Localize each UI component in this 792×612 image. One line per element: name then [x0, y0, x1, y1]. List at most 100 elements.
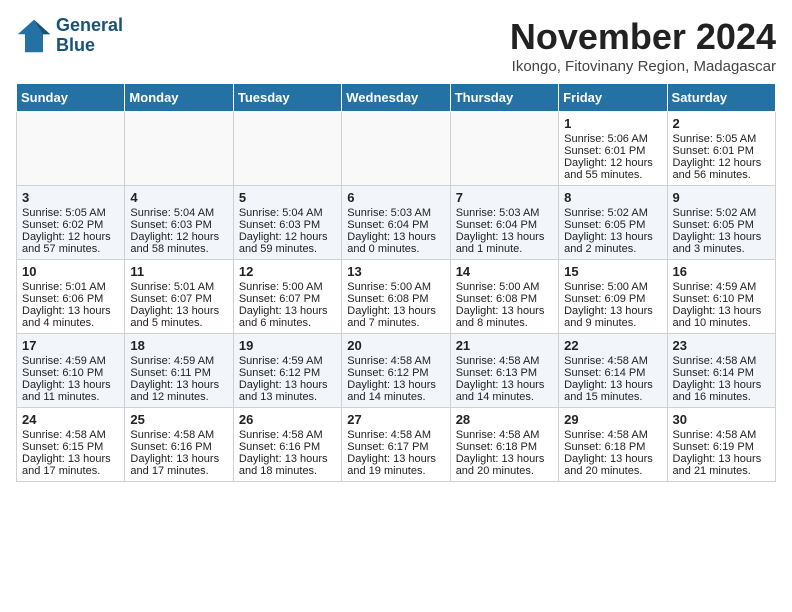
weekday-header-row: SundayMondayTuesdayWednesdayThursdayFrid…	[17, 84, 776, 112]
calendar-cell: 20Sunrise: 4:58 AMSunset: 6:12 PMDayligh…	[342, 334, 450, 408]
day-number: 20	[347, 338, 444, 353]
sunset-text: Sunset: 6:03 PM	[239, 219, 336, 231]
day-number: 15	[564, 264, 661, 279]
calendar-cell: 26Sunrise: 4:58 AMSunset: 6:16 PMDayligh…	[233, 408, 341, 482]
daylight-text: Daylight: 13 hours and 9 minutes.	[564, 305, 661, 329]
daylight-text: Daylight: 13 hours and 19 minutes.	[347, 453, 444, 477]
sunset-text: Sunset: 6:09 PM	[564, 293, 661, 305]
sunrise-text: Sunrise: 5:02 AM	[564, 207, 661, 219]
day-number: 27	[347, 412, 444, 427]
daylight-text: Daylight: 13 hours and 10 minutes.	[673, 305, 770, 329]
day-number: 26	[239, 412, 336, 427]
daylight-text: Daylight: 12 hours and 58 minutes.	[130, 231, 227, 255]
daylight-text: Daylight: 13 hours and 11 minutes.	[22, 379, 119, 403]
daylight-text: Daylight: 13 hours and 13 minutes.	[239, 379, 336, 403]
day-number: 30	[673, 412, 770, 427]
calendar-header: SundayMondayTuesdayWednesdayThursdayFrid…	[17, 84, 776, 112]
sunset-text: Sunset: 6:08 PM	[456, 293, 553, 305]
calendar-cell: 1Sunrise: 5:06 AMSunset: 6:01 PMDaylight…	[559, 112, 667, 186]
daylight-text: Daylight: 13 hours and 3 minutes.	[673, 231, 770, 255]
sunset-text: Sunset: 6:10 PM	[22, 367, 119, 379]
calendar-cell: 28Sunrise: 4:58 AMSunset: 6:18 PMDayligh…	[450, 408, 558, 482]
daylight-text: Daylight: 12 hours and 56 minutes.	[673, 157, 770, 181]
calendar-cell: 22Sunrise: 4:58 AMSunset: 6:14 PMDayligh…	[559, 334, 667, 408]
daylight-text: Daylight: 13 hours and 15 minutes.	[564, 379, 661, 403]
sunrise-text: Sunrise: 4:58 AM	[564, 355, 661, 367]
calendar-cell	[342, 112, 450, 186]
location-title: Ikongo, Fitovinany Region, Madagascar	[510, 58, 776, 75]
calendar-cell: 14 Sunrise: 5:00 AMSunset: 6:08 PMDayligh…	[450, 260, 558, 334]
daylight-text: Daylight: 13 hours and 2 minutes.	[564, 231, 661, 255]
day-number: 14	[456, 264, 553, 279]
weekday-header-tuesday: Tuesday	[233, 84, 341, 112]
sunrise-text: Sunrise: 4:58 AM	[564, 429, 661, 441]
calendar-week-4: 17Sunrise: 4:59 AMSunset: 6:10 PMDayligh…	[17, 334, 776, 408]
day-number: 5	[239, 190, 336, 205]
day-number: 25	[130, 412, 227, 427]
day-number: 11	[130, 264, 227, 279]
day-number: 10	[22, 264, 119, 279]
day-number: 24	[22, 412, 119, 427]
daylight-text: Daylight: 13 hours and 6 minutes.	[239, 305, 336, 329]
calendar-cell: 24Sunrise: 4:58 AMSunset: 6:15 PMDayligh…	[17, 408, 125, 482]
daylight-text: Daylight: 13 hours and 12 minutes.	[130, 379, 227, 403]
sunset-text: Sunset: 6:10 PM	[673, 293, 770, 305]
sunrise-text: Sunrise: 4:58 AM	[22, 429, 119, 441]
calendar-cell: 8Sunrise: 5:02 AMSunset: 6:05 PMDaylight…	[559, 186, 667, 260]
sunset-text: Sunset: 6:16 PM	[239, 441, 336, 453]
sunset-text: Sunset: 6:12 PM	[239, 367, 336, 379]
calendar-cell: 11Sunrise: 5:01 AMSunset: 6:07 PMDayligh…	[125, 260, 233, 334]
sunrise-text: Sunrise: 5:00 AM	[564, 281, 661, 293]
sunset-text: Sunset: 6:14 PM	[673, 367, 770, 379]
sunrise-text: Sunrise: 4:58 AM	[130, 429, 227, 441]
day-number: 4	[130, 190, 227, 205]
sunset-text: Sunset: 6:18 PM	[456, 441, 553, 453]
day-number: 2	[673, 116, 770, 131]
calendar-cell: 10Sunrise: 5:01 AMSunset: 6:06 PMDayligh…	[17, 260, 125, 334]
page-container: General Blue November 2024 Ikongo, Fitov…	[16, 16, 776, 482]
daylight-text: Daylight: 13 hours and 8 minutes.	[456, 305, 553, 329]
calendar-cell: 12Sunrise: 5:00 AMSunset: 6:07 PMDayligh…	[233, 260, 341, 334]
calendar-cell: 16Sunrise: 4:59 AMSunset: 6:10 PMDayligh…	[667, 260, 775, 334]
weekday-header-monday: Monday	[125, 84, 233, 112]
calendar-body: 1Sunrise: 5:06 AMSunset: 6:01 PMDaylight…	[17, 112, 776, 482]
sunrise-text: Sunrise: 4:59 AM	[22, 355, 119, 367]
sunset-text: Sunset: 6:12 PM	[347, 367, 444, 379]
sunrise-text: Sunrise: 5:00 AM	[456, 281, 553, 293]
month-title: November 2024	[510, 16, 776, 58]
daylight-text: Daylight: 12 hours and 57 minutes.	[22, 231, 119, 255]
calendar-cell: 13Sunrise: 5:00 AMSunset: 6:08 PMDayligh…	[342, 260, 450, 334]
day-number: 12	[239, 264, 336, 279]
calendar-cell	[17, 112, 125, 186]
day-number: 28	[456, 412, 553, 427]
day-number: 21	[456, 338, 553, 353]
sunset-text: Sunset: 6:05 PM	[564, 219, 661, 231]
sunrise-text: Sunrise: 5:01 AM	[22, 281, 119, 293]
weekday-header-sunday: Sunday	[17, 84, 125, 112]
day-number: 17	[22, 338, 119, 353]
day-number: 29	[564, 412, 661, 427]
sunrise-text: Sunrise: 4:58 AM	[239, 429, 336, 441]
calendar-cell: 18Sunrise: 4:59 AMSunset: 6:11 PMDayligh…	[125, 334, 233, 408]
logo-text: General Blue	[56, 16, 123, 56]
sunset-text: Sunset: 6:01 PM	[564, 145, 661, 157]
calendar-cell: 6Sunrise: 5:03 AMSunset: 6:04 PMDaylight…	[342, 186, 450, 260]
day-number: 13	[347, 264, 444, 279]
sunrise-text: Sunrise: 5:03 AM	[347, 207, 444, 219]
calendar-cell	[233, 112, 341, 186]
sunrise-text: Sunrise: 5:00 AM	[347, 281, 444, 293]
calendar-cell: 19Sunrise: 4:59 AMSunset: 6:12 PMDayligh…	[233, 334, 341, 408]
sunrise-text: Sunrise: 5:01 AM	[130, 281, 227, 293]
sunset-text: Sunset: 6:17 PM	[347, 441, 444, 453]
sunset-text: Sunset: 6:19 PM	[673, 441, 770, 453]
weekday-header-friday: Friday	[559, 84, 667, 112]
sunrise-text: Sunrise: 5:04 AM	[239, 207, 336, 219]
day-number: 9	[673, 190, 770, 205]
calendar-cell: 15 Sunrise: 5:00 AMSunset: 6:09 PMDayligh…	[559, 260, 667, 334]
sunset-text: Sunset: 6:11 PM	[130, 367, 227, 379]
sunset-text: Sunset: 6:18 PM	[564, 441, 661, 453]
weekday-header-thursday: Thursday	[450, 84, 558, 112]
sunset-text: Sunset: 6:05 PM	[673, 219, 770, 231]
sunrise-text: Sunrise: 5:02 AM	[673, 207, 770, 219]
logo: General Blue	[16, 16, 123, 56]
